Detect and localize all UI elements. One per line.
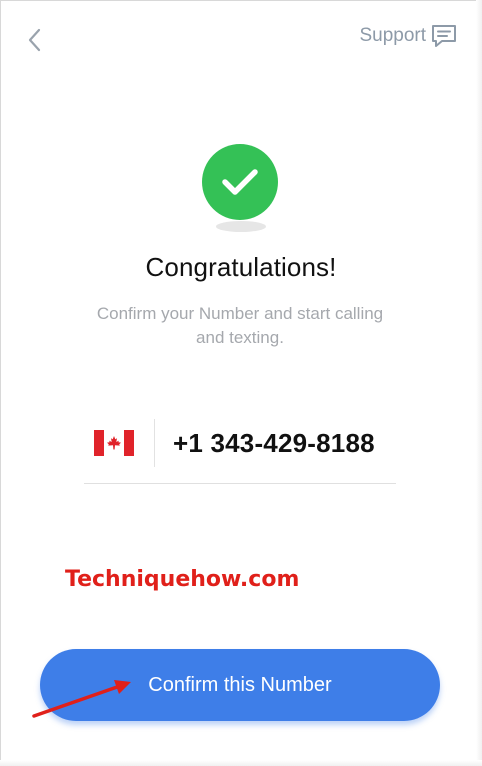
page-subtitle: Confirm your Number and start calling an… xyxy=(96,304,384,347)
canada-flag-icon xyxy=(94,430,134,456)
phone-number-row: +1 343-429-8188 xyxy=(84,418,396,468)
confirm-number-button[interactable]: Confirm this Number xyxy=(40,649,440,721)
support-button[interactable]: Support xyxy=(359,20,458,52)
support-label: Support xyxy=(359,25,426,46)
checkmark-icon xyxy=(222,169,258,195)
phone-number: +1 343-429-8188 xyxy=(173,427,375,458)
screen-bottom-edge xyxy=(0,760,482,766)
success-indicator xyxy=(202,144,278,234)
phone-underline xyxy=(84,483,396,484)
checkmark-circle-icon xyxy=(202,144,278,220)
chat-bubble-icon xyxy=(432,25,456,47)
country-divider xyxy=(154,419,155,467)
page-title: Congratulations! xyxy=(145,252,337,282)
success-shadow xyxy=(216,221,266,232)
watermark: Techniquehow.com xyxy=(65,567,300,592)
chevron-left-icon xyxy=(28,28,41,52)
back-button[interactable] xyxy=(18,24,50,56)
screen-right-edge xyxy=(476,0,482,766)
